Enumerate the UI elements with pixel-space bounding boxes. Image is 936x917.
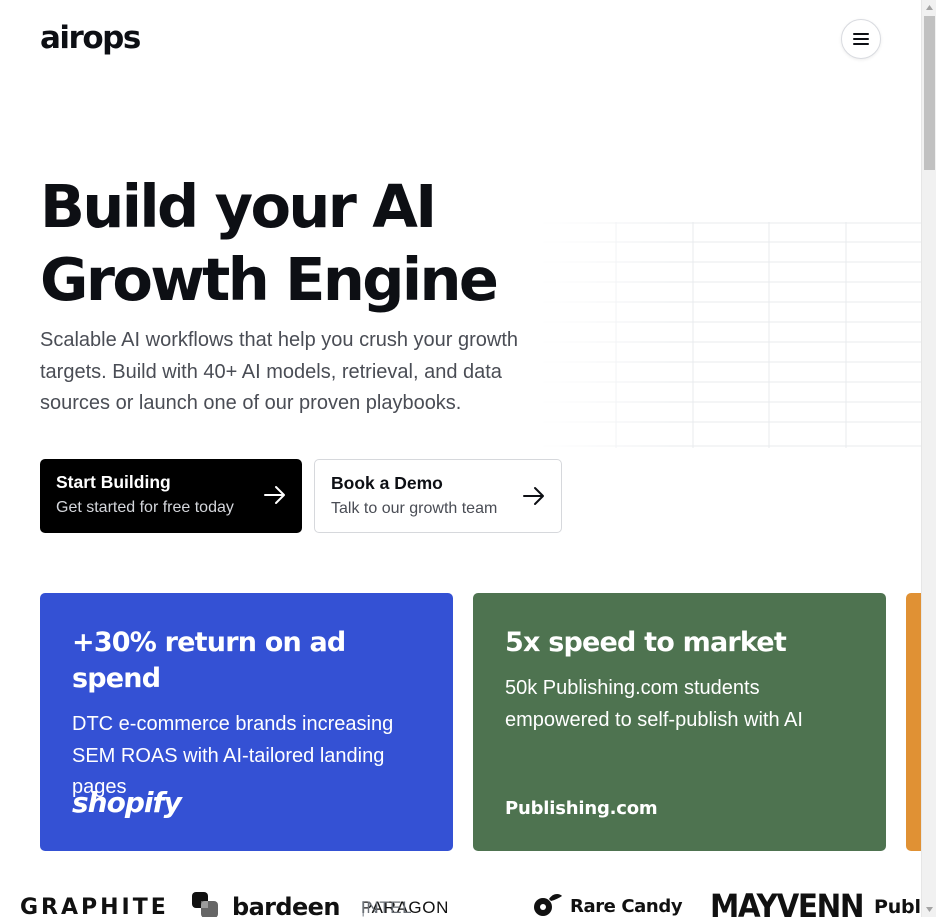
hero-title-line2: Growth Engine bbox=[40, 245, 499, 314]
scroll-up-arrow-icon[interactable] bbox=[922, 0, 936, 15]
menu-button[interactable] bbox=[841, 19, 881, 59]
airops-logo[interactable]: airops bbox=[40, 20, 141, 56]
bardeen-logo: bardeen bbox=[232, 893, 340, 917]
arrow-right-icon bbox=[523, 487, 544, 505]
book-demo-sublabel: Talk to our growth team bbox=[331, 500, 498, 517]
book-demo-label: Book a Demo bbox=[331, 473, 443, 493]
hero-title: Build your AI Growth Engine bbox=[40, 170, 600, 316]
mayvenn-logo: MAYVENN bbox=[710, 887, 864, 917]
start-building-sublabel: Get started for free today bbox=[56, 499, 234, 516]
shopify-logo: shopify bbox=[72, 786, 182, 819]
card-stat: 5x speed to market bbox=[505, 627, 787, 658]
page: airops Build your AI Growth Engine Scala… bbox=[0, 0, 921, 917]
hamburger-menu-icon bbox=[853, 33, 869, 45]
publishing-logo-partial: Publis bbox=[874, 896, 921, 917]
intel-text: INTEL bbox=[361, 898, 413, 917]
case-study-card-publishing[interactable]: 5x speed to market 50k Publishing.com st… bbox=[473, 593, 886, 851]
scroll-down-arrow-icon[interactable] bbox=[922, 902, 936, 917]
hero-subtitle: Scalable AI workflows that help you crus… bbox=[40, 329, 519, 414]
publishing-logo: Publishing.com bbox=[505, 798, 658, 819]
start-building-label: Start Building bbox=[56, 472, 171, 492]
card-stat: +30% return on ad spend bbox=[72, 627, 346, 694]
card-description: 50k Publishing.com students empowered to… bbox=[505, 677, 803, 731]
hero-title-line1: Build your AI bbox=[40, 172, 437, 241]
start-building-button[interactable]: Start Building Get started for free toda… bbox=[40, 459, 302, 533]
graphite-logo: GRAPHITE bbox=[20, 895, 169, 917]
arrow-right-icon bbox=[264, 486, 285, 504]
vertical-scrollbar[interactable] bbox=[921, 0, 936, 917]
bardeen-icon bbox=[191, 892, 221, 917]
rare-candy-logo: Rare Candy bbox=[570, 896, 683, 917]
book-demo-button[interactable]: Book a Demo Talk to our growth team bbox=[314, 459, 562, 533]
rare-candy-icon bbox=[533, 891, 565, 917]
customer-logo-strip: GRAPHITE bardeen PARAGON | INTEL Rare Ca… bbox=[0, 885, 921, 917]
case-study-card-partial[interactable] bbox=[906, 593, 921, 851]
case-study-card-shopify[interactable]: +30% return on ad spend DTC e-commerce b… bbox=[40, 593, 453, 851]
scrollbar-thumb[interactable] bbox=[924, 16, 935, 170]
